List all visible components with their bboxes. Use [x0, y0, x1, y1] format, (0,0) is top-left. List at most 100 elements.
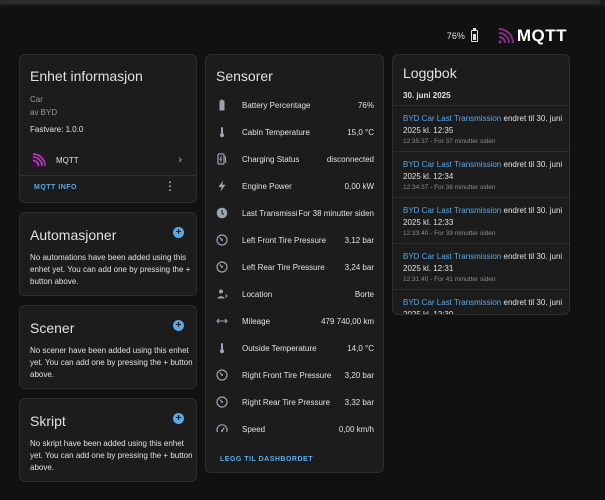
gauge-icon	[216, 234, 228, 246]
sensor-row-engine-power[interactable]: Engine Power 0,00 kW	[206, 176, 383, 196]
location-icon	[217, 289, 228, 299]
logbook-entry-time: 12:35:37 - For 37 minutter siden	[403, 138, 496, 145]
gauge-icon	[216, 261, 228, 273]
sensor-row-last-transmission[interactable]: Last Transmission For 38 minutter siden	[206, 203, 383, 223]
sensor-row-location[interactable]: Location Borte	[206, 284, 383, 304]
sensor-value: 479 740,00 km	[321, 317, 374, 326]
logbook-entity-link[interactable]: BYD Car Last Transmission	[403, 206, 501, 215]
chevron-right-icon: ›	[178, 154, 182, 166]
sensor-value: disconnected	[326, 155, 374, 164]
sensor-name: Engine Power	[242, 182, 292, 191]
sensor-name: Cabin Temperature	[242, 128, 310, 137]
sensors-title: Sensorer	[216, 68, 273, 84]
logbook-entry: BYD Car Last Transmission endret til 30.…	[393, 152, 569, 198]
add-to-dashboard-button[interactable]: LEGG TIL DASHBORDET	[220, 456, 313, 463]
overflow-menu-icon[interactable]: ⋮	[164, 180, 176, 192]
divider	[20, 175, 196, 176]
integration-row-mqtt[interactable]: MQTT ›	[20, 147, 196, 173]
add-scene-icon[interactable]: +	[173, 320, 184, 331]
logbook-date: 30. juni 2025	[403, 91, 451, 100]
logbook-entry-time: 12:31:40 - For 41 minutter siden	[403, 276, 496, 283]
integration-label: MQTT	[56, 155, 79, 165]
lightning-icon	[218, 180, 226, 192]
sensor-name: Left Front Tire Pressure	[242, 236, 327, 245]
sensor-value: 3,32 bar	[344, 398, 374, 407]
logbook-entry: BYD Car Last Transmission endret til 30.…	[393, 290, 569, 314]
sensor-value: For 38 minutter siden	[298, 209, 374, 218]
arrows-horizontal-icon	[216, 318, 228, 324]
device-info-card: Enhet informasjon Car av BYD Fastvare: 1…	[19, 54, 197, 203]
logbook-entry: BYD Car Last Transmission endret til 30.…	[393, 198, 569, 244]
sensor-row-left-front-tire-pressure[interactable]: Left Front Tire Pressure 3,12 bar	[206, 230, 383, 250]
gauge-icon	[216, 396, 228, 408]
automations-description: No automations have been added using thi…	[30, 253, 191, 286]
sensor-row-right-front-tire-pressure[interactable]: Right Front Tire Pressure 3,20 bar	[206, 365, 383, 385]
top-bar	[0, 0, 605, 6]
device-firmware: Fastvare: 1.0.0	[30, 125, 84, 134]
sensor-name: Left Rear Tire Pressure	[242, 263, 325, 272]
horizontal-scrollbar[interactable]	[0, 0, 600, 4]
sensor-row-mileage[interactable]: Mileage 479 740,00 km	[206, 311, 383, 331]
gauge-icon	[216, 369, 228, 381]
sensor-name: Right Front Tire Pressure	[242, 371, 332, 380]
sensor-row-right-rear-tire-pressure[interactable]: Right Rear Tire Pressure 3,32 bar	[206, 392, 383, 412]
battery-icon	[219, 99, 225, 111]
thermometer-icon	[220, 127, 224, 138]
add-script-icon[interactable]: +	[173, 413, 184, 424]
mqtt-wave-icon	[498, 28, 514, 44]
logbook-entry-time: 12:34:37 - For 38 minutter siden	[403, 184, 496, 191]
scenes-description: No scener have been added using this enh…	[30, 346, 193, 379]
sensor-row-charging-status[interactable]: Charging Status disconnected	[206, 149, 383, 169]
mqtt-info-button[interactable]: MQTT INFO	[34, 184, 77, 191]
automations-card: Automasjoner + No automations have been …	[19, 212, 197, 296]
automations-title: Automasjoner	[30, 227, 117, 243]
logbook-entity-link[interactable]: BYD Car Last Transmission	[403, 160, 501, 169]
sensor-row-speed[interactable]: Speed 0,00 km/h	[206, 419, 383, 439]
sensor-row-left-rear-tire-pressure[interactable]: Left Rear Tire Pressure 3,24 bar	[206, 257, 383, 277]
battery-level: 76%	[446, 31, 465, 41]
logbook-entity-link[interactable]: BYD Car Last Transmission	[403, 298, 501, 307]
logbook-entry: BYD Car Last Transmission endret til 30.…	[393, 106, 569, 152]
sensor-name: Last Transmission	[242, 209, 298, 218]
logbook-title: Loggbok	[403, 65, 457, 81]
sensor-row-cabin-temperature[interactable]: Cabin Temperature 15,0 °C	[206, 122, 383, 142]
sensor-row-outside-temperature[interactable]: Outside Temperature 14,0 °C	[206, 338, 383, 358]
scripts-card: Skript + No skript have been added using…	[19, 398, 197, 482]
sensor-name: Location	[242, 290, 273, 299]
sensor-row-battery-percentage[interactable]: Battery Percentage 76%	[206, 95, 383, 115]
sensor-name: Charging Status	[242, 155, 300, 164]
sensor-value: 3,12 bar	[344, 236, 374, 245]
sensor-name: Outside Temperature	[242, 344, 317, 353]
scenes-title: Scener	[30, 320, 75, 336]
device-vendor: av BYD	[30, 108, 58, 117]
logbook-entity-link[interactable]: BYD Car Last Transmission	[403, 114, 501, 123]
add-automation-icon[interactable]: +	[173, 227, 184, 238]
sensor-name: Speed	[242, 425, 266, 434]
scenes-card: Scener + No scener have been added using…	[19, 305, 197, 389]
thermometer-icon	[220, 343, 224, 354]
scripts-title: Skript	[30, 413, 66, 429]
header-status: 76% MQTT	[447, 26, 567, 46]
device-info-title: Enhet informasjon	[30, 68, 143, 84]
sensor-value: 0,00 kW	[344, 182, 374, 191]
sensor-value: 0,00 km/h	[338, 425, 374, 434]
ev-station-icon	[217, 153, 227, 165]
sensor-value: 15,0 °C	[347, 128, 374, 137]
sensor-name: Battery Percentage	[242, 101, 311, 110]
sensor-name: Right Rear Tire Pressure	[242, 398, 331, 407]
mqtt-brand-text: MQTT	[516, 26, 567, 45]
sensor-value: 14,0 °C	[347, 344, 374, 353]
logbook-entry: BYD Car Last Transmission endret til 30.…	[393, 244, 569, 290]
logbook-entity-link[interactable]: BYD Car Last Transmission	[403, 252, 501, 261]
sensors-card: Sensorer Battery Percentage 76% Cabin Te…	[205, 54, 384, 473]
sensor-value: Borte	[354, 290, 374, 299]
sensor-value: 3,24 bar	[344, 263, 374, 272]
clock-icon	[216, 207, 228, 219]
scripts-description: No skript have been added using this enh…	[30, 439, 193, 472]
sensor-value: 76%	[357, 101, 374, 110]
sensor-value: 3,20 bar	[344, 371, 374, 380]
logbook-entry-time: 12:33:40 - For 39 minutter siden	[403, 230, 496, 237]
mqtt-logo: MQTT	[498, 26, 567, 46]
device-model: Car	[30, 95, 43, 104]
mqtt-icon	[32, 153, 46, 167]
